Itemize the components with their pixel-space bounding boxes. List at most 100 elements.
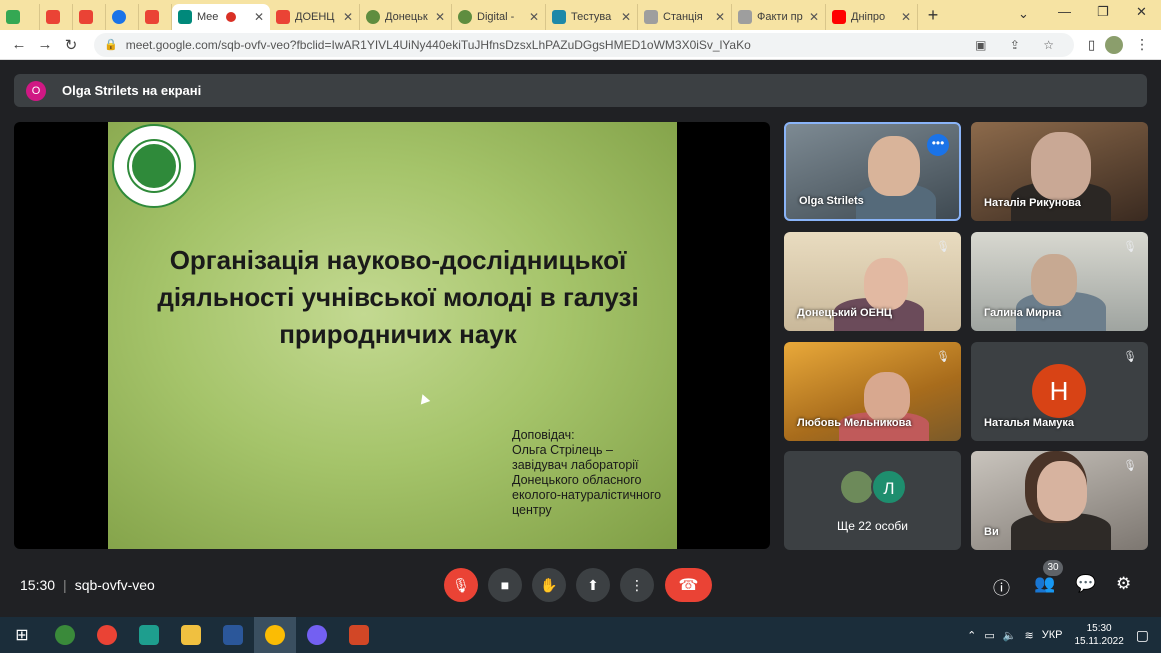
taskbar-app[interactable] <box>86 617 128 653</box>
browser-tab-active[interactable]: Mee ✕ <box>172 4 270 30</box>
site-icon <box>458 10 472 24</box>
close-tab-icon[interactable]: ✕ <box>337 10 353 24</box>
profile-avatar[interactable] <box>1105 35 1124 54</box>
language-indicator[interactable]: УКР <box>1042 629 1063 641</box>
browser-tab[interactable]: Донецьк ✕ <box>360 4 452 30</box>
close-tab-icon[interactable]: ✕ <box>523 10 539 24</box>
site-icon <box>366 10 380 24</box>
meeting-details-icon[interactable]: ⓘ <box>993 574 1010 599</box>
chevron-up-icon[interactable]: ⌃ <box>967 629 976 642</box>
taskbar-app[interactable] <box>212 617 254 653</box>
participant-avatar: Л <box>871 469 907 505</box>
taskbar-time: 15:30 <box>1086 623 1112 634</box>
maximize-icon[interactable]: ❐ <box>1097 4 1109 20</box>
taskbar-app-active[interactable] <box>254 617 296 653</box>
close-tab-icon[interactable]: ✕ <box>895 10 911 24</box>
chat-icon[interactable]: 💬 <box>1075 574 1096 594</box>
meeting-controls-bar: 15:30 | sqb-ovfv-veo 🎙 ■ ✋ ⬆ ⋮ ☎ ⓘ 👥 30 💬 … <box>0 560 1161 615</box>
participant-name: Наталія Рикунова <box>984 197 1081 209</box>
activities-icon[interactable]: ⚙ <box>1116 574 1131 594</box>
participant-tile[interactable]: ••• Olga Strilets <box>784 122 961 221</box>
chrome-icon <box>265 625 285 645</box>
taskbar-app[interactable] <box>296 617 338 653</box>
taskbar-app[interactable] <box>338 617 380 653</box>
browser-tab[interactable] <box>0 4 40 30</box>
participant-tile[interactable]: Н 🎙 Наталья Мамука <box>971 342 1148 441</box>
browser-tab[interactable]: ДОЕНЦ ✕ <box>270 4 360 30</box>
menu-icon[interactable]: ⋮ <box>1135 36 1149 53</box>
sidebar-icon[interactable]: ▯ <box>1088 37 1095 53</box>
close-tab-icon[interactable]: ✕ <box>248 10 264 24</box>
self-tile[interactable]: 🎙 Ви <box>971 451 1148 550</box>
taskbar-app[interactable] <box>170 617 212 653</box>
camera-button[interactable]: ■ <box>488 568 522 602</box>
gmail-icon <box>145 10 159 24</box>
minimize-icon[interactable]: — <box>1058 4 1071 19</box>
meeting-time: 15:30 <box>20 577 56 593</box>
word-icon <box>223 625 243 645</box>
app-icon <box>55 625 75 645</box>
omnibox-action-icons[interactable]: ▣ ⇪ ☆ <box>975 38 1064 52</box>
lock-icon[interactable]: 🔒 <box>104 38 118 51</box>
tab-title: Факти пр <box>757 11 803 23</box>
tab-title: Тестува <box>571 11 612 23</box>
url-text[interactable]: meet.google.com/sqb-ovfv-veo?fbclid=IwAR… <box>126 38 751 52</box>
raise-hand-button[interactable]: ✋ <box>532 568 566 602</box>
meeting-code: sqb-ovfv-veo <box>74 577 155 593</box>
participant-tile[interactable]: 🎙 Любовь Мельникова <box>784 342 961 441</box>
more-options-icon[interactable]: ••• <box>927 134 949 156</box>
more-options-button[interactable]: ⋮ <box>620 568 654 602</box>
close-tab-icon[interactable]: ✕ <box>709 10 725 24</box>
browser-tab[interactable]: Тестува ✕ <box>546 4 638 30</box>
browser-tab[interactable]: Дніпро ✕ <box>826 4 918 30</box>
leave-call-button[interactable]: ☎ <box>665 568 712 602</box>
browser-tab[interactable] <box>40 4 73 30</box>
start-button[interactable]: ⊞ <box>0 617 44 653</box>
new-tab-button[interactable]: + <box>918 5 948 26</box>
participant-tile[interactable]: 🎙 Галина Мирна <box>971 232 1148 331</box>
tab-search-icon[interactable]: ⌄ <box>1018 6 1029 22</box>
participant-avatar <box>839 469 875 505</box>
chrome-icon <box>112 10 126 24</box>
close-tab-icon[interactable]: ✕ <box>615 10 631 24</box>
battery-icon[interactable]: ▭ <box>984 629 994 642</box>
slides-icon <box>738 10 752 24</box>
forward-icon[interactable]: → <box>32 36 58 53</box>
more-participants-tile[interactable]: Л Ще 22 особи <box>784 451 961 550</box>
close-tab-icon[interactable]: ✕ <box>803 10 819 24</box>
presenter-avatar: O <box>26 80 46 101</box>
close-window-icon[interactable]: ✕ <box>1136 4 1147 20</box>
globe-icon <box>129 141 179 191</box>
browser-tab[interactable] <box>139 4 172 30</box>
notifications-icon[interactable]: ▢ <box>1136 627 1149 644</box>
browser-tab[interactable] <box>106 4 139 30</box>
participant-name: Наталья Мамука <box>984 417 1074 429</box>
participant-tile[interactable]: 🎙 Донецький ОЕНЦ <box>784 232 961 331</box>
browser-tab[interactable]: Digital - ✕ <box>452 4 546 30</box>
participant-name: Галина Мирна <box>984 307 1062 319</box>
tab-title: Mee <box>197 11 219 23</box>
close-tab-icon[interactable]: ✕ <box>429 10 445 24</box>
wifi-icon[interactable]: ≋ <box>1025 629 1034 642</box>
maps-icon <box>276 10 290 24</box>
volume-icon[interactable]: 🔈 <box>1003 629 1017 642</box>
reload-icon[interactable]: ↻ <box>58 36 84 54</box>
omnibox[interactable]: 🔒 meet.google.com/sqb-ovfv-veo?fbclid=Iw… <box>94 32 1074 57</box>
taskbar-app[interactable] <box>128 617 170 653</box>
browser-tab[interactable]: Станція ✕ <box>638 4 732 30</box>
microphone-off-button[interactable]: 🎙 <box>444 568 478 602</box>
browser-tab-strip: Mee ✕ ДОЕНЦ ✕ Донецьк ✕ Digital - ✕ Тестува ✕… <box>0 0 1161 30</box>
browser-tab[interactable] <box>73 4 106 30</box>
participant-name: Любовь Мельникова <box>797 417 912 429</box>
people-icon[interactable]: 👥 <box>1034 574 1055 594</box>
taskbar-app[interactable] <box>44 617 86 653</box>
presentation-stage[interactable]: Організація науково-дослідницької діяльн… <box>14 122 770 549</box>
browser-tab[interactable]: Факти пр ✕ <box>732 4 826 30</box>
present-screen-button[interactable]: ⬆ <box>576 568 610 602</box>
site-icon <box>552 10 566 24</box>
tab-title: Дніпро <box>851 11 886 23</box>
taskbar-clock[interactable]: 15:30 15.11.2022 <box>1074 622 1123 648</box>
back-icon[interactable]: ← <box>6 36 32 53</box>
participant-tile[interactable]: Наталія Рикунова <box>971 122 1148 221</box>
slides-icon <box>644 10 658 24</box>
